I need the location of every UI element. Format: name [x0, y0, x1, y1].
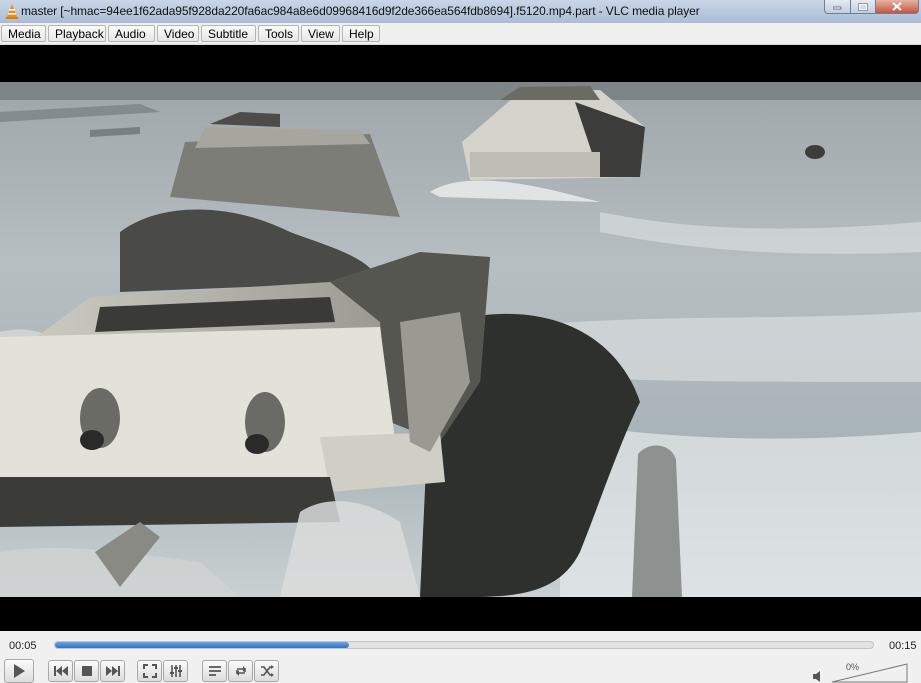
- extended-settings-button[interactable]: [163, 660, 188, 682]
- stop-button[interactable]: [74, 660, 99, 682]
- window-controls: [824, 0, 919, 14]
- menu-video[interactable]: Video: [157, 25, 199, 42]
- playlist-icon: [208, 666, 221, 676]
- minimize-button[interactable]: [824, 0, 851, 14]
- menu-tools[interactable]: Tools: [258, 25, 299, 42]
- playlist-button[interactable]: [202, 660, 227, 682]
- menu-view[interactable]: View: [301, 25, 340, 42]
- maximize-button[interactable]: [851, 0, 876, 14]
- control-bar: 0%: [0, 659, 921, 683]
- volume-slider[interactable]: [831, 663, 909, 683]
- menu-audio[interactable]: Audio: [108, 25, 155, 42]
- next-button[interactable]: [100, 660, 125, 682]
- maximize-icon: [858, 2, 868, 11]
- previous-button[interactable]: [48, 660, 73, 682]
- vlc-cone-icon: [6, 4, 18, 19]
- play-button[interactable]: [4, 659, 34, 683]
- menu-media[interactable]: Media: [1, 25, 46, 42]
- loop-button[interactable]: [228, 660, 253, 682]
- next-icon: [105, 666, 120, 676]
- equalizer-icon: [169, 665, 182, 677]
- title-bar: master [~hmac=94ee1f62ada95f928da220fa6a…: [0, 0, 921, 23]
- speaker-icon[interactable]: [812, 671, 824, 682]
- menu-help[interactable]: Help: [342, 25, 380, 42]
- video-area[interactable]: [0, 45, 921, 631]
- previous-icon: [53, 666, 68, 676]
- shuffle-icon: [260, 665, 274, 677]
- shuffle-button[interactable]: [254, 660, 279, 682]
- seek-slider[interactable]: [54, 641, 874, 649]
- play-icon: [14, 664, 25, 678]
- minimize-icon: [833, 6, 842, 9]
- seek-area: 00:05 00:15: [0, 631, 921, 659]
- close-button[interactable]: [876, 0, 919, 14]
- elapsed-time: 00:05: [9, 640, 37, 652]
- fullscreen-icon: [142, 664, 157, 678]
- stop-icon: [81, 666, 92, 676]
- total-time: 00:15: [889, 640, 917, 652]
- fullscreen-button[interactable]: [137, 660, 162, 682]
- menu-bar: Media Playback Audio Video Subtitle Tool…: [0, 24, 921, 45]
- menu-subtitle[interactable]: Subtitle: [201, 25, 256, 42]
- close-icon: [892, 2, 902, 11]
- video-frame: [0, 82, 921, 597]
- loop-icon: [235, 666, 246, 676]
- window-title: master [~hmac=94ee1f62ada95f928da220fa6a…: [21, 4, 700, 18]
- seek-progress: [55, 642, 350, 648]
- menu-playback[interactable]: Playback: [48, 25, 106, 42]
